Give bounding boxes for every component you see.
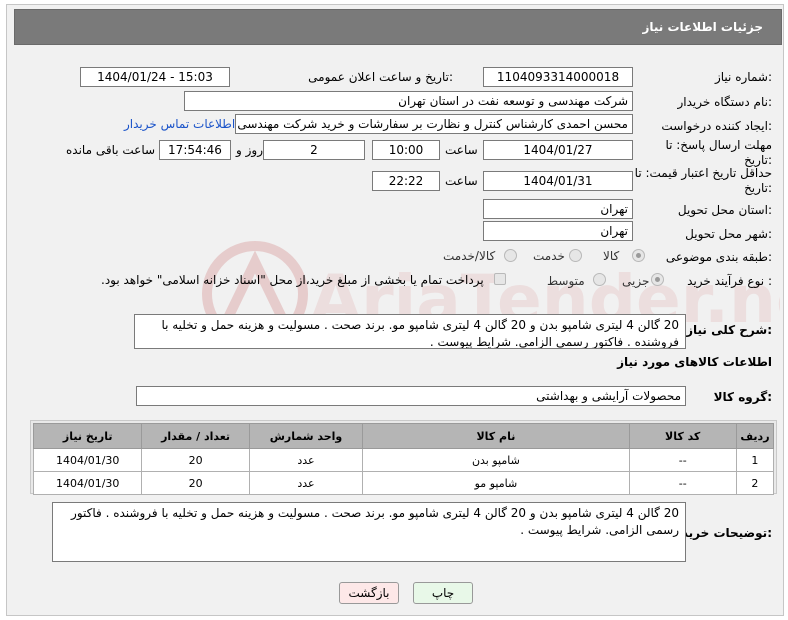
back-button[interactable]: بازگشت	[339, 582, 399, 604]
cell-unit: عدد	[248, 448, 364, 472]
province-label: استان محل تحویل:	[677, 203, 772, 217]
treasury-checkbox[interactable]	[494, 273, 506, 285]
deadline-date-field: 1404/01/27	[483, 140, 633, 160]
category-radio-service[interactable]	[569, 249, 582, 262]
cell-code: --	[628, 471, 737, 495]
col-qty: تعداد / مقدار	[141, 423, 250, 449]
buyer-org-label: نام دستگاه خریدار:	[677, 95, 773, 109]
goods-group-field: محصولات آرایشی و بهداشتی	[136, 386, 686, 406]
days-field: 2	[263, 140, 365, 160]
deadline-label: مهلت ارسال پاسخ: تا تاریخ:	[665, 138, 772, 167]
city-field: تهران	[483, 221, 633, 241]
cell-date: 1404/01/30	[32, 448, 143, 472]
process-label: نوع فرآیند خرید :	[687, 274, 772, 288]
cell-qty: 20	[141, 471, 250, 495]
category-option-service: خدمت	[533, 249, 565, 263]
process-radio-minor[interactable]	[651, 273, 664, 286]
col-code: کد کالا	[628, 423, 737, 449]
validity-time-label: ساعت	[445, 174, 478, 188]
cell-row: 1	[735, 448, 775, 472]
announce-label: تاریخ و ساعت اعلان عمومی:	[308, 70, 453, 84]
col-date: تاریخ نیاز	[32, 423, 143, 449]
category-option-both: کالا/خدمت	[443, 249, 496, 263]
need-number-label: شماره نیاز:	[714, 70, 772, 84]
col-name: نام کالا	[362, 423, 630, 449]
validity-time-field: 22:22	[372, 171, 440, 191]
cell-qty: 20	[141, 448, 250, 472]
cell-row: 2	[735, 471, 775, 495]
panel-title: جزئیات اطلاعات نیاز	[642, 20, 763, 34]
process-option-medium: متوسط	[547, 274, 585, 288]
category-radio-goods[interactable]	[632, 249, 645, 262]
remaining-label: ساعت باقی مانده	[66, 143, 156, 157]
announce-field: 1404/01/24 - 15:03	[80, 67, 230, 87]
validity-date-field: 1404/01/31	[483, 171, 633, 191]
deadline-time-label: ساعت	[445, 143, 478, 157]
col-row: ردیف	[735, 423, 775, 449]
summary-label: شرح کلی نیاز:	[686, 323, 772, 337]
payment-note: پرداخت تمام یا بخشی از مبلغ خرید،از محل …	[101, 273, 484, 287]
province-field: تهران	[483, 199, 633, 219]
summary-textarea[interactable]: 20 گالن 4 لیتری شامپو بدن و 20 گالن 4 لی…	[134, 314, 686, 349]
cell-unit: عدد	[248, 471, 364, 495]
category-option-goods: کالا	[603, 249, 620, 263]
creator-field: محسن احمدی کارشناس کنترل و نظارت بر سفار…	[235, 114, 633, 134]
cell-date: 1404/01/30	[32, 471, 143, 495]
print-button[interactable]: چاپ	[413, 582, 473, 604]
table-row: 2 -- شامپو مو عدد 20 1404/01/30	[32, 471, 775, 495]
process-option-minor: جزیی	[622, 274, 650, 288]
table-row: 1 -- شامپو بدن عدد 20 1404/01/30	[32, 448, 775, 472]
goods-group-label: گروه کالا:	[713, 390, 772, 404]
buyer-org-field: شرکت مهندسی و توسعه نفت در استان تهران	[184, 91, 633, 111]
cell-name: شامپو بدن	[362, 448, 630, 472]
category-label: طبقه بندی موضوعی:	[665, 250, 772, 264]
buyer-contact-link[interactable]: اطلاعات تماس خریدار	[124, 117, 235, 131]
validity-label: حداقل تاریخ اعتبار قیمت: تا تاریخ:	[634, 166, 772, 195]
deadline-time-field: 10:00	[372, 140, 440, 160]
cell-name: شامپو مو	[362, 471, 630, 495]
category-radio-both[interactable]	[504, 249, 517, 262]
buyer-notes-textarea[interactable]: 20 گالن 4 لیتری شامپو بدن و 20 گالن 4 لی…	[52, 502, 686, 562]
days-label: روز و	[236, 143, 263, 157]
col-unit: واحد شمارش	[248, 423, 364, 449]
goods-section-title: اطلاعات کالاهای مورد نیاز	[617, 355, 772, 369]
remaining-time-field: 17:54:46	[159, 140, 231, 160]
goods-table: ردیف کد کالا نام کالا واحد شمارش تعداد /…	[32, 423, 775, 495]
need-number-field: 1104093314000018	[483, 67, 633, 87]
process-radio-medium[interactable]	[593, 273, 606, 286]
panel-header: جزئیات اطلاعات نیاز	[14, 9, 782, 45]
creator-label: ایجاد کننده درخواست:	[661, 119, 772, 133]
cell-code: --	[628, 448, 737, 472]
city-label: شهر محل تحویل:	[685, 227, 772, 241]
